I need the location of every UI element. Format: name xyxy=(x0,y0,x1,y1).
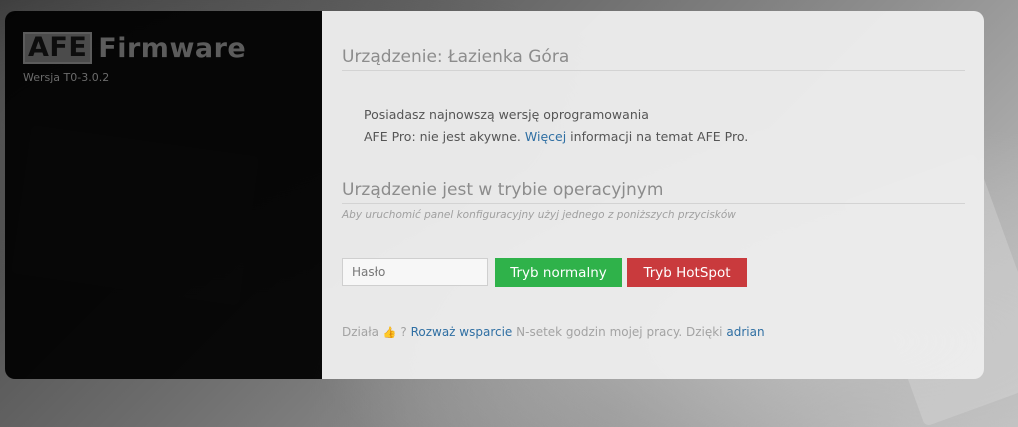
mode-title: Urządzenie jest w trybie operacyjnym xyxy=(342,180,965,204)
content-area: Urządzenie: Łazienka Góra Posiadasz najn… xyxy=(322,11,984,379)
logo-text: Firmware xyxy=(98,32,247,64)
footer-prefix: Działa xyxy=(342,325,379,339)
logo-badge: AFE xyxy=(23,32,93,64)
app-logo: AFE Firmware xyxy=(23,32,246,64)
firmware-version: Wersja T0-3.0.2 xyxy=(23,71,110,84)
afe-pro-suffix: informacji na temat AFE Pro. xyxy=(570,129,749,144)
footer-middle: N-setek godzin mojej pracy. Dzięki xyxy=(516,325,723,339)
author-link[interactable]: adrian xyxy=(726,325,764,339)
footer-question: ? xyxy=(400,325,407,339)
hotspot-mode-button[interactable]: Tryb HotSpot xyxy=(627,258,747,287)
password-input[interactable] xyxy=(342,258,488,286)
firmware-status: Posiadasz najnowszą wersję oprogramowani… xyxy=(364,107,649,122)
thumbs-up-icon: 👍 xyxy=(382,326,397,339)
sidebar: AFE Firmware Wersja T0-3.0.2 xyxy=(5,11,322,379)
support-link[interactable]: Rozważ wsparcie xyxy=(411,325,513,339)
device-title: Urządzenie: Łazienka Góra xyxy=(342,47,965,71)
afe-pro-status: AFE Pro: nie jest akywne. Więcej informa… xyxy=(364,129,748,144)
mode-subtitle: Aby uruchomić panel konfiguracyjny użyj … xyxy=(342,209,736,221)
footer: Działa 👍 ? Rozważ wsparcie N-setek godzi… xyxy=(342,325,765,339)
afe-pro-text: AFE Pro: nie jest akywne. xyxy=(364,129,521,144)
normal-mode-button[interactable]: Tryb normalny xyxy=(495,258,622,287)
more-info-link[interactable]: Więcej xyxy=(525,129,566,144)
main-panel: AFE Firmware Wersja T0-3.0.2 Urządzenie:… xyxy=(5,11,984,379)
